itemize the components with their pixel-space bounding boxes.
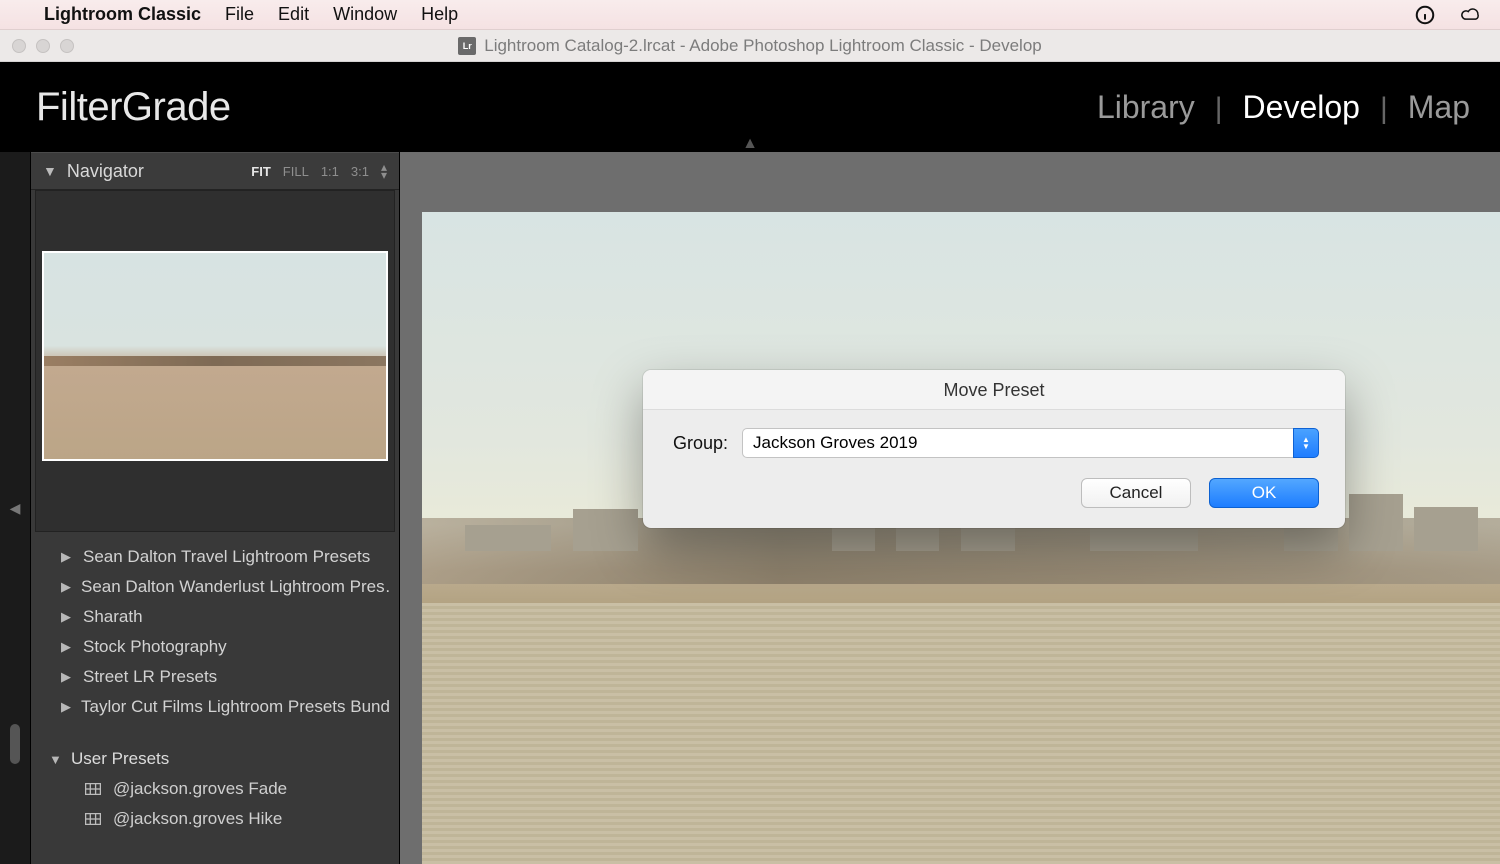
module-library[interactable]: Library [1097,89,1195,126]
preset-item[interactable]: @jackson.groves Hike [39,804,391,834]
preset-group[interactable]: ▶ Taylor Cut Films Lightroom Presets Bund… [39,692,391,722]
zoom-window-button[interactable] [60,39,74,53]
combobox-stepper-icon[interactable]: ▲▼ [1293,428,1319,458]
preset-label: @jackson.groves Hike [113,809,282,829]
module-separator: | [1380,92,1388,126]
disclosure-triangle-right-icon: ▶ [61,549,73,565]
module-develop[interactable]: Develop [1243,89,1360,126]
menu-help[interactable]: Help [421,4,458,25]
disclosure-triangle-right-icon: ▶ [61,669,73,685]
chevron-left-icon: ◀ [10,500,21,517]
group-input[interactable] [742,428,1293,458]
disclosure-triangle-right-icon: ▶ [61,579,71,595]
zoom-ratio[interactable]: 3:1 [351,164,369,179]
presets-panel: ▶ Sean Dalton Travel Lightroom Presets ▶ S… [31,532,399,842]
left-panel: ▼ Navigator FIT FILL 1:1 3:1 ▴▾ ▶ Sean Da… [30,152,400,864]
disclosure-triangle-right-icon: ▶ [61,699,71,715]
window-titlebar: Lr Lightroom Catalog-2.lrcat - Adobe Pho… [0,30,1500,62]
zoom-ratio-stepper[interactable]: ▴▾ [381,163,387,179]
navigator-title: Navigator [67,161,241,182]
info-icon[interactable] [1414,4,1436,26]
navigator-thumbnail[interactable] [42,251,388,461]
zoom-one-to-one[interactable]: 1:1 [321,164,339,179]
scrollbar-thumb[interactable] [10,724,20,764]
preset-group-label: User Presets [71,749,169,769]
navigator-zoom-options: FIT FILL 1:1 3:1 ▴▾ [251,163,387,179]
document-icon: Lr [458,37,476,55]
preset-group[interactable]: ▶ Stock Photography [39,632,391,662]
preset-group-label: Taylor Cut Films Lightroom Presets Bundl… [81,697,391,717]
disclosure-triangle-right-icon: ▶ [61,639,73,655]
module-picker: Library | Develop | Map [1097,89,1470,126]
preset-group-label: Street LR Presets [83,667,217,687]
navigator-panel-body [35,190,395,532]
module-map[interactable]: Map [1408,89,1470,126]
app-menu[interactable]: Lightroom Classic [44,4,201,25]
preset-item[interactable]: @jackson.groves Fade [39,774,391,804]
window-traffic-lights[interactable] [12,39,74,53]
dialog-title: Move Preset [643,370,1345,410]
group-combobox[interactable]: ▲▼ [742,428,1319,458]
disclosure-triangle-down-icon: ▼ [49,752,61,767]
disclosure-triangle-down-icon: ▼ [43,163,57,179]
menu-file[interactable]: File [225,4,254,25]
preset-group-label: Sharath [83,607,143,627]
preset-icon [85,783,101,795]
identity-plate[interactable]: FilterGrade [36,85,231,130]
preset-group[interactable]: ▶ Sean Dalton Travel Lightroom Presets [39,542,391,572]
preset-group[interactable]: ▶ Sharath [39,602,391,632]
preset-label: @jackson.groves Fade [113,779,287,799]
cancel-button[interactable]: Cancel [1081,478,1191,508]
disclosure-triangle-right-icon: ▶ [61,609,73,625]
photo-preview[interactable] [422,212,1500,864]
creative-cloud-icon[interactable] [1460,4,1482,26]
menu-window[interactable]: Window [333,4,397,25]
window-title: Lightroom Catalog-2.lrcat - Adobe Photos… [484,36,1042,56]
module-separator: | [1215,92,1223,126]
group-label: Group: [673,433,728,454]
preset-group[interactable]: ▶ Street LR Presets [39,662,391,692]
menu-edit[interactable]: Edit [278,4,309,25]
preset-group[interactable]: ▶ Sean Dalton Wanderlust Lightroom Pres… [39,572,391,602]
top-panel-collapse-icon[interactable]: ▲ [742,135,758,153]
close-window-button[interactable] [12,39,26,53]
macos-menubar: Lightroom Classic File Edit Window Help [0,0,1500,30]
move-preset-dialog: Move Preset Group: ▲▼ Cancel OK [643,370,1345,528]
left-panel-collapse-rail[interactable]: ◀ [0,152,30,864]
ok-button[interactable]: OK [1209,478,1319,508]
preset-group-label: Sean Dalton Wanderlust Lightroom Pres… [81,577,391,597]
zoom-fill[interactable]: FILL [283,164,309,179]
preset-group-user[interactable]: ▼ User Presets [39,744,391,774]
navigator-panel-header[interactable]: ▼ Navigator FIT FILL 1:1 3:1 ▴▾ [31,152,399,190]
zoom-fit[interactable]: FIT [251,164,271,179]
app-body: FilterGrade Library | Develop | Map ▲ ◀ … [0,62,1500,864]
preset-group-label: Stock Photography [83,637,227,657]
minimize-window-button[interactable] [36,39,50,53]
preset-icon [85,813,101,825]
preset-group-label: Sean Dalton Travel Lightroom Presets [83,547,370,567]
